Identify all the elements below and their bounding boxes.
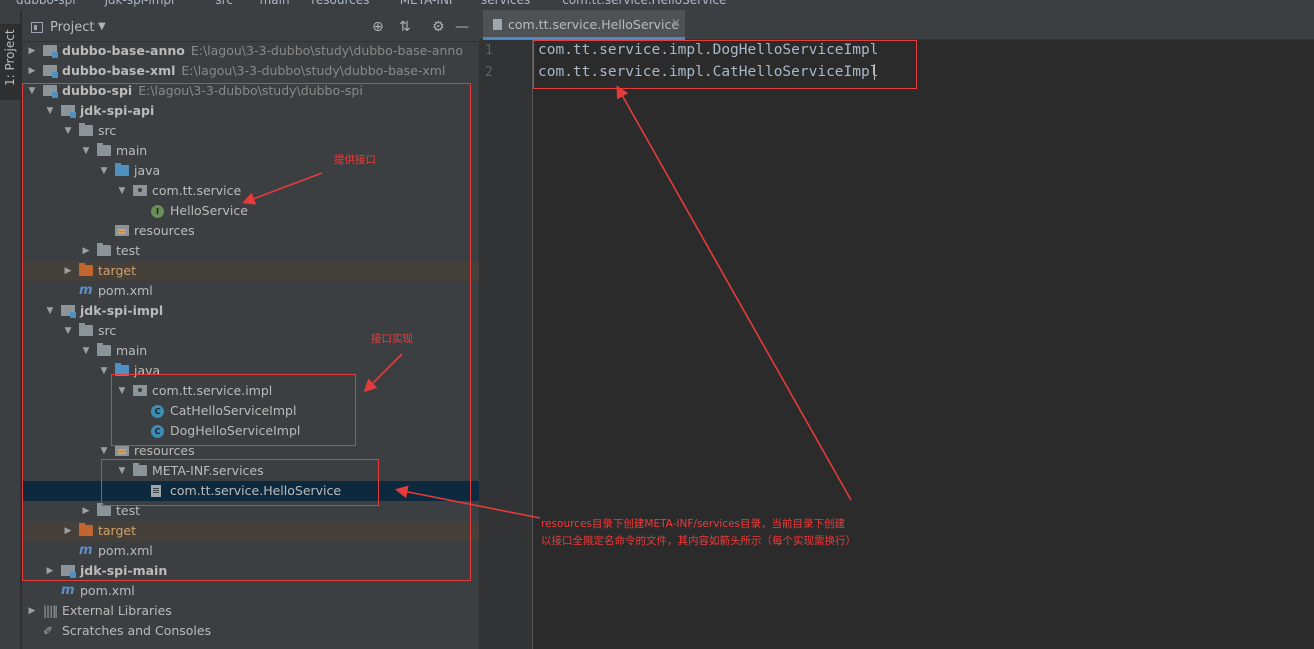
arrow-to-impl-package: [363, 353, 403, 393]
annotation-arrows: [242, 85, 852, 519]
arrow-to-interface: [242, 172, 323, 205]
arrow-to-services-file: [394, 485, 541, 519]
arrow-to-file-content: [616, 85, 852, 501]
